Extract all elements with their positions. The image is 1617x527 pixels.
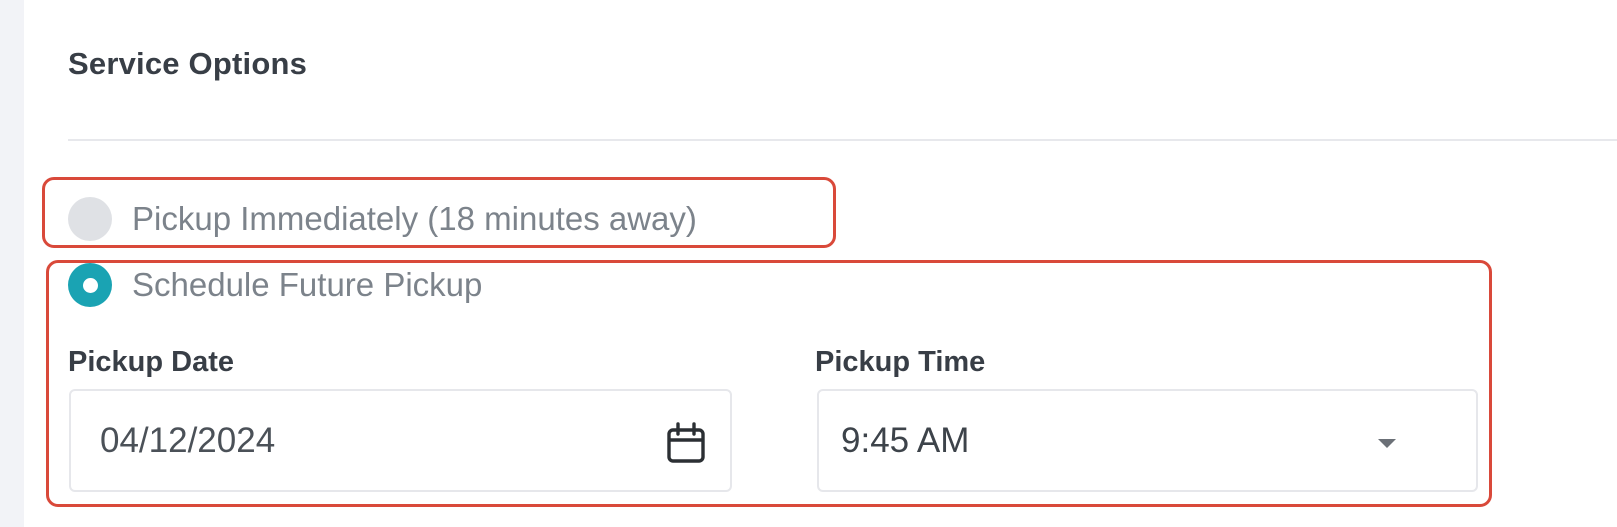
pickup-time-select[interactable]: 9:45 AM: [817, 389, 1478, 492]
pickup-date-input[interactable]: 04/12/2024: [69, 389, 732, 492]
pickup-date-label: Pickup Date: [68, 346, 234, 378]
calendar-icon[interactable]: [666, 422, 706, 464]
left-rail: [0, 0, 24, 527]
schedule-future-pickup-option[interactable]: Schedule Future Pickup: [68, 263, 482, 307]
pickup-immediately-label: Pickup Immediately (18 minutes away): [132, 200, 697, 237]
pickup-date-value: 04/12/2024: [100, 420, 276, 460]
section-divider: [68, 139, 1617, 141]
section-title: Service Options: [68, 46, 308, 81]
chevron-down-icon[interactable]: [1378, 439, 1396, 448]
radio-selected-dot: [82, 277, 98, 293]
schedule-future-pickup-label: Schedule Future Pickup: [132, 266, 483, 303]
schedule-future-pickup-radio[interactable]: [68, 263, 112, 307]
pickup-time-label: Pickup Time: [815, 346, 986, 378]
pickup-immediately-option[interactable]: Pickup Immediately (18 minutes away): [68, 197, 697, 241]
pickup-immediately-radio[interactable]: [68, 197, 112, 241]
pickup-time-value: 9:45 AM: [841, 420, 970, 460]
